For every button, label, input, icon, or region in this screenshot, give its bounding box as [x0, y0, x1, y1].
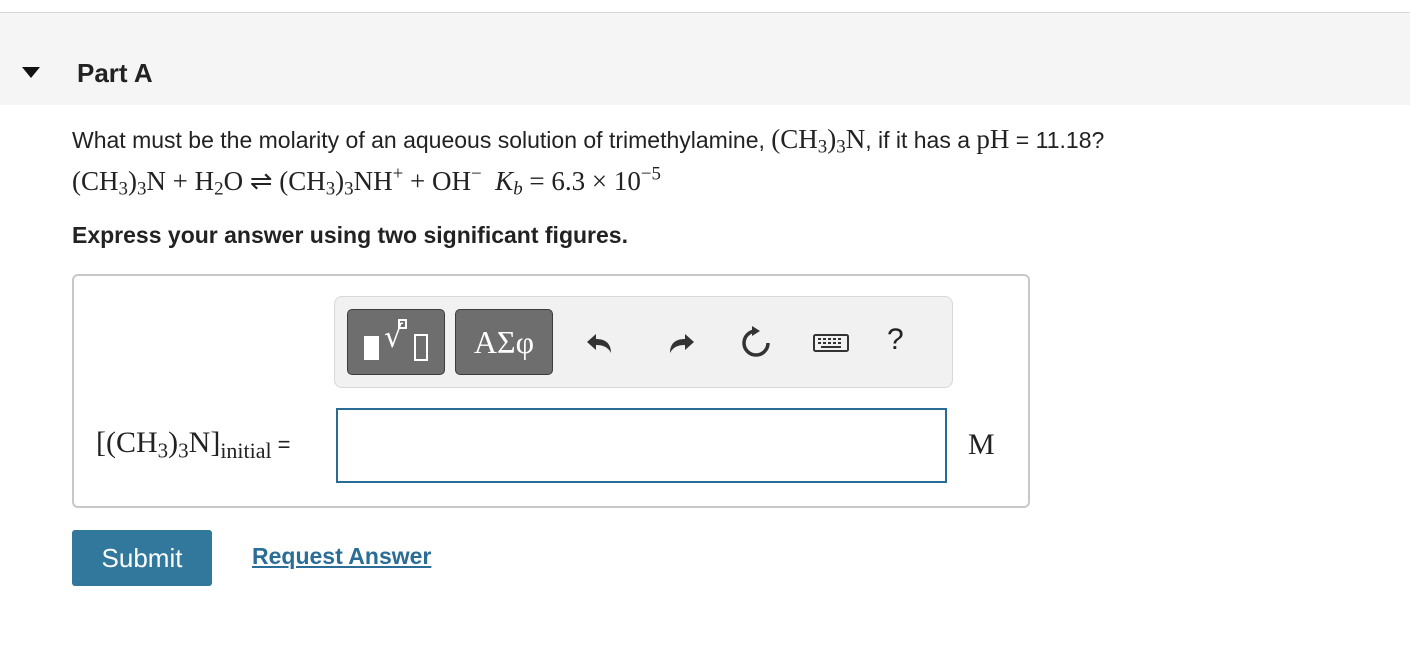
kb-exponent: −5 — [640, 163, 661, 185]
part-title: Part A — [77, 58, 153, 88]
eq-subscript: 3 — [325, 178, 336, 200]
eq-part: N + H — [146, 166, 215, 196]
eq-part: (CH — [272, 166, 326, 196]
formula-subscript: 3 — [817, 136, 828, 158]
eq-subscript: 2 — [214, 178, 224, 200]
equilibrium-arrow: ⇌ — [249, 166, 273, 196]
eq-subscript: 3 — [136, 178, 147, 200]
label-part: ) — [168, 426, 179, 459]
question-formula: (CH3)3N — [771, 124, 866, 157]
template-box-icon — [398, 319, 407, 329]
help-button[interactable]: ? — [887, 323, 904, 357]
submit-button[interactable]: Submit — [72, 530, 212, 586]
formula-subscript: 3 — [836, 136, 846, 158]
eq-superscript: + — [392, 163, 404, 185]
eq-subscript: 3 — [118, 178, 128, 200]
label-part: [(CH — [96, 426, 158, 459]
eq-subscript: 3 — [344, 178, 354, 200]
kb-symbol: K — [495, 166, 514, 196]
templates-button[interactable]: √ — [347, 309, 445, 375]
collapse-caret-icon[interactable] — [22, 67, 40, 78]
template-block-icon — [364, 336, 379, 360]
redo-icon[interactable] — [660, 323, 700, 363]
eq-part: ) — [127, 166, 137, 196]
eq-superscript: − — [471, 163, 482, 185]
label-subscript: 3 — [157, 438, 169, 463]
eq-part: NH — [353, 166, 393, 196]
kb-subscript: b — [513, 178, 523, 200]
formula-part: (CH — [771, 124, 818, 154]
ph-symbol: pH — [976, 124, 1010, 154]
eq-part: O — [223, 166, 250, 196]
symbols-label: ΑΣφ — [473, 324, 535, 360]
template-box-icon — [414, 334, 428, 361]
unit-label: M — [968, 428, 995, 461]
eq-part: (CH — [72, 166, 119, 196]
part-header[interactable]: Part A — [0, 13, 1410, 105]
kb-value: = 6.3 × 10 — [522, 166, 641, 196]
question-prefix: What must be the molarity of an aqueous … — [72, 127, 772, 153]
answer-label: [(CH3)3N]initial = — [96, 426, 291, 464]
undo-icon[interactable] — [581, 323, 621, 363]
math-toolbar: √ ΑΣφ ? — [334, 296, 953, 388]
answer-instruction: Express your answer using two significan… — [72, 222, 628, 248]
equals-sign: = — [277, 432, 291, 457]
eq-part: + OH — [403, 166, 472, 196]
question-text: What must be the molarity of an aqueous … — [72, 124, 1105, 157]
symbols-button[interactable]: ΑΣφ — [455, 309, 553, 375]
label-part: N] — [188, 426, 221, 459]
answer-input[interactable] — [336, 408, 947, 483]
ph-value: = 11.18? — [1009, 127, 1105, 153]
keyboard-icon[interactable] — [811, 323, 851, 363]
label-subscript: 3 — [178, 438, 189, 463]
equilibrium-equation: (CH3)3N + H2O ⇌ (CH3)3NH+ + OH− Kb = 6.3… — [72, 163, 661, 200]
formula-part: N — [845, 124, 866, 154]
label-initial-subscript: initial — [220, 438, 272, 463]
formula-part: ) — [827, 124, 837, 154]
question-mid: , if it has a — [865, 127, 977, 153]
eq-part: ) — [335, 166, 345, 196]
request-answer-link[interactable]: Request Answer — [252, 543, 431, 570]
reset-icon[interactable] — [736, 323, 776, 363]
